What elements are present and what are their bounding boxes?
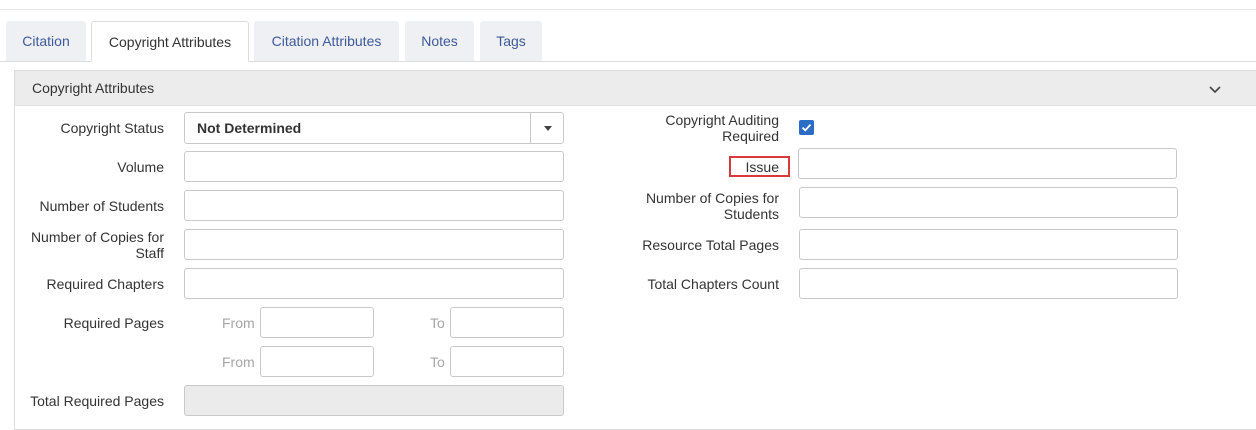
total-chapters-count-input[interactable] [799, 268, 1178, 299]
copies-for-students-label-line2: Students [723, 206, 779, 222]
issue-label: Issue [745, 159, 779, 175]
from-label: From [222, 354, 255, 370]
tab-copyright-attributes[interactable]: Copyright Attributes [91, 21, 249, 62]
to-label: To [430, 354, 445, 370]
copyright-auditing-label: Copyright Auditing Required [620, 112, 779, 144]
required-chapters-input[interactable] [184, 268, 564, 299]
total-required-pages-label: Total Required Pages [30, 393, 164, 409]
to-label: To [430, 315, 445, 331]
tab-label: Citation [22, 33, 70, 49]
required-chapters-label: Required Chapters [46, 276, 164, 292]
resource-total-pages-label: Resource Total Pages [642, 237, 779, 253]
check-icon [801, 123, 812, 132]
pages-to-input[interactable] [450, 307, 564, 338]
tab-citation[interactable]: Citation [6, 21, 86, 61]
copies-for-staff-input[interactable] [184, 229, 564, 260]
number-of-students-input[interactable] [184, 190, 564, 221]
copyright-status-value: Not Determined [197, 120, 302, 136]
tab-label: Notes [421, 33, 458, 49]
chevron-down-icon[interactable] [1207, 81, 1223, 97]
pages-from-input[interactable] [260, 307, 374, 338]
total-required-pages-input [184, 385, 564, 416]
tab-notes[interactable]: Notes [405, 21, 474, 61]
copyright-auditing-label-line2: Required [722, 128, 779, 144]
copies-for-staff-label: Number of Copies for Staff [20, 229, 164, 261]
select-separator [530, 113, 531, 143]
from-label: From [222, 315, 255, 331]
resource-total-pages-input[interactable] [799, 229, 1178, 260]
volume-label: Volume [117, 159, 164, 175]
copies-for-staff-label-line2: Staff [135, 245, 164, 261]
total-chapters-count-label: Total Chapters Count [647, 276, 779, 292]
copies-for-students-label-line1: Number of Copies for [645, 190, 779, 206]
copyright-status-label: Copyright Status [60, 120, 165, 136]
pages-to-input-2[interactable] [450, 346, 564, 377]
caret-down-icon[interactable] [544, 126, 552, 131]
copies-for-students-input[interactable] [799, 187, 1178, 218]
copyright-auditing-label-line1: Copyright Auditing [665, 112, 779, 128]
copies-for-staff-label-line1: Number of Copies for [30, 229, 164, 245]
tab-citation-attributes[interactable]: Citation Attributes [254, 21, 399, 61]
tab-label: Tags [496, 33, 526, 49]
copyright-auditing-checkbox[interactable] [799, 120, 814, 135]
panel-title: Copyright Attributes [32, 80, 155, 96]
copyright-status-select[interactable]: Not Determined [184, 112, 564, 144]
number-of-students-label: Number of Students [39, 198, 164, 214]
volume-input[interactable] [184, 151, 564, 182]
issue-input[interactable] [798, 148, 1177, 179]
pages-from-input-2[interactable] [260, 346, 374, 377]
panel-header[interactable]: Copyright Attributes [15, 71, 1256, 106]
tab-bar: Citation Copyright Attributes Citation A… [0, 0, 1256, 62]
copies-for-students-label: Number of Copies for Students [620, 190, 779, 222]
required-pages-label: Required Pages [63, 315, 164, 331]
tab-label: Citation Attributes [271, 33, 382, 49]
tab-label: Copyright Attributes [108, 33, 232, 50]
tab-tags[interactable]: Tags [480, 21, 542, 61]
